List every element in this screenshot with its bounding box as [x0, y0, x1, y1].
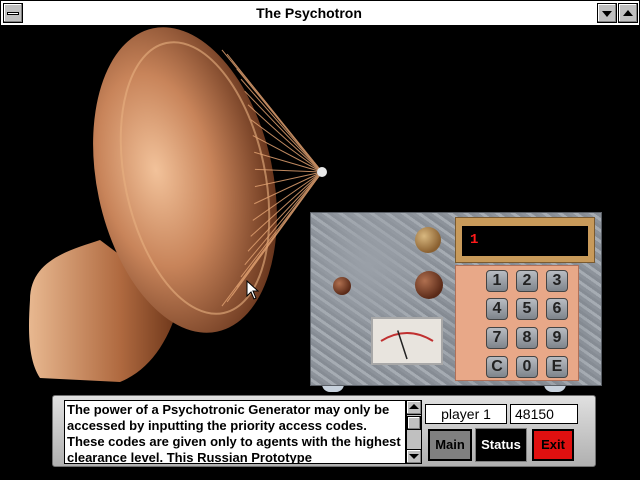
- keypad-key-clear[interactable]: C: [486, 356, 508, 378]
- scroll-down-icon: [409, 454, 419, 459]
- meter-dial: [380, 330, 434, 360]
- meter-needle: [397, 330, 408, 360]
- keypad-key-5[interactable]: 5: [516, 298, 538, 320]
- scroll-thumb[interactable]: [407, 416, 421, 430]
- mouse-pointer-icon: [246, 280, 260, 300]
- main-button[interactable]: Main: [428, 429, 472, 461]
- brown-knob[interactable]: [415, 271, 443, 299]
- small-knob[interactable]: [333, 277, 351, 295]
- keypad-key-9[interactable]: 9: [546, 327, 568, 349]
- score-field: 48150: [510, 404, 578, 424]
- keypad-key-enter[interactable]: E: [546, 356, 568, 378]
- player-name-field: player 1: [425, 404, 507, 424]
- description-scrollbar[interactable]: [406, 400, 422, 464]
- scroll-up-button[interactable]: [407, 401, 421, 415]
- keypad-key-6[interactable]: 6: [546, 298, 568, 320]
- keypad-key-2[interactable]: 2: [516, 270, 538, 292]
- horn-emitter-tip: [317, 167, 327, 177]
- gold-knob[interactable]: [415, 227, 441, 253]
- keypad-key-1[interactable]: 1: [486, 270, 508, 292]
- exit-button[interactable]: Exit: [532, 429, 574, 461]
- access-code-keypad: 1 2 3 4 5 6 7 8 9 C 0 E: [455, 265, 579, 381]
- status-button[interactable]: Status: [475, 428, 527, 462]
- psychotron-control-box: 1 1 2 3 4 5 6 7 8 9 C 0 E: [310, 212, 602, 386]
- keypad-key-3[interactable]: 3: [546, 270, 568, 292]
- keypad-key-7[interactable]: 7: [486, 327, 508, 349]
- description-text: The power of a Psychotronic Generator ma…: [64, 400, 406, 464]
- keypad-key-4[interactable]: 4: [486, 298, 508, 320]
- code-display: 1: [462, 226, 588, 256]
- analog-meter: [371, 317, 443, 365]
- scroll-down-button[interactable]: [407, 449, 421, 463]
- keypad-key-0[interactable]: 0: [516, 356, 538, 378]
- scroll-up-icon: [409, 404, 419, 409]
- code-display-frame: 1: [455, 217, 595, 263]
- keypad-key-8[interactable]: 8: [516, 327, 538, 349]
